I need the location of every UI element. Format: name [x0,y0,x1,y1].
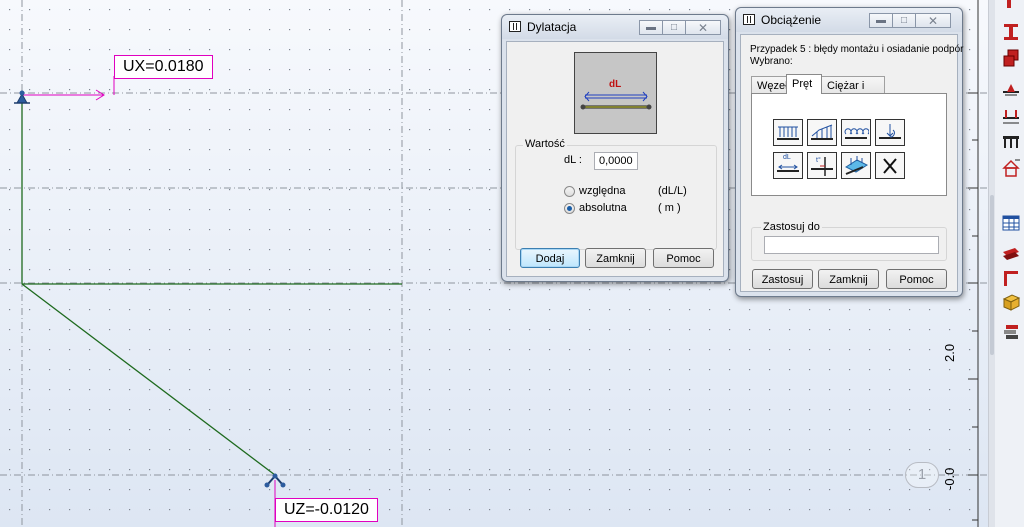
absolute-radio[interactable] [564,203,575,214]
obciazenie-client: Przypadek 5 : błędy montażu i osiadanie … [740,34,963,292]
help-button[interactable]: Pomoc [886,269,947,289]
table-icon[interactable] [1001,213,1021,233]
uniform-load-icon[interactable] [773,119,803,146]
help-button[interactable]: Pomoc [653,248,714,268]
absolute-label: absolutna [579,202,627,214]
obciazenie-titlebar[interactable]: Obciążenie ▬ □ ✕ [736,8,962,32]
thermal-load-icon[interactable]: t° [807,152,837,179]
axis-tick-label: 2.0 [942,343,957,362]
value-group-label: Wartość [523,138,567,150]
close-button[interactable]: ✕ [915,13,951,28]
dilatation-tile-label: dL [783,154,791,161]
maximize-button[interactable]: □ [892,13,916,28]
right-toolbar [988,0,1024,527]
obciazenie-title: Obciążenie [761,13,822,27]
load-case-badge: 1 [905,462,939,488]
obciazenie-dialog: Obciążenie ▬ □ ✕ Przypadek 5 : błędy mon… [735,7,963,297]
toolbar-scrollbar[interactable] [989,0,995,527]
apply-to-label: Zastosuj do [761,221,822,233]
dylatacja-title: Dylatacja [527,20,577,34]
home-loads-icon[interactable] [1001,158,1021,178]
point-load-icon[interactable] [875,119,905,146]
delete-load-icon[interactable] [875,152,905,179]
dylatacja-client: dL Wartość dL : 0,0000 względna (dL/L) a… [506,41,724,277]
app-icon [743,14,755,25]
trapezoidal-load-icon[interactable] [807,119,837,146]
add-button[interactable]: Dodaj [520,248,580,268]
tab-pret[interactable]: Pręt [786,74,822,94]
preview-dl-label: dL [609,79,622,90]
i-beam-icon[interactable] [1001,22,1021,42]
app-icon [509,21,521,32]
minimize-button[interactable]: ▬ [869,13,893,28]
tab-ciezar-i-masa[interactable]: Ciężar i masa [821,76,885,110]
relative-radio[interactable] [564,186,575,197]
axis-tick-label: -0.0 [942,467,957,490]
minimize-button[interactable]: ▬ [639,20,663,35]
surface-load-icon[interactable] [841,152,871,179]
dl-label: dL : [564,154,582,166]
relative-unit: (dL/L) [658,185,687,197]
apply-to-input[interactable] [764,236,939,254]
toolbar-item-red-bar-icon[interactable] [1001,0,1021,8]
releases-icon[interactable] [1001,106,1021,126]
dilatation-preview: dL [574,52,657,134]
dylatacja-dialog: Dylatacja ▬ □ ✕ dL Wartość dL : 0,0000 w… [501,14,729,282]
close-dialog-button[interactable]: Zamknij [585,248,646,268]
apply-button[interactable]: Zastosuj [752,269,813,289]
dl-input[interactable]: 0,0000 [594,152,638,170]
dylatacja-titlebar[interactable]: Dylatacja ▬ □ ✕ [502,15,728,39]
distributed-moment-icon[interactable] [841,119,871,146]
scrollbar-thumb[interactable] [990,195,994,355]
selected-text: Wybrano: [750,56,793,67]
close-dialog-button[interactable]: Zamknij [818,269,879,289]
layers-icon[interactable] [1001,322,1021,342]
support-icon[interactable] [1001,78,1021,98]
solid-box-icon[interactable] [1001,292,1021,312]
section-icon[interactable] [1001,48,1021,68]
dilatation-icon[interactable]: dL [773,152,803,179]
frame-icon[interactable] [1001,268,1021,288]
load-case-text: Przypadek 5 : błędy montażu i osiadanie … [750,44,964,55]
maximize-button[interactable]: □ [662,20,686,35]
close-button[interactable]: ✕ [685,20,721,35]
tab-wezel[interactable]: Węzeł [751,76,788,94]
uz-value-label: UZ=-0.0120 [275,498,378,522]
ux-value-label: UX=0.0180 [114,55,213,79]
steel-member-icon[interactable] [1001,244,1021,264]
offsets-icon[interactable] [1001,132,1021,152]
thermal-tile-label: t° [816,157,821,164]
dilatation-preview-icon [580,91,652,110]
absolute-unit: ( m ) [658,202,681,214]
relative-label: względna [579,185,626,197]
